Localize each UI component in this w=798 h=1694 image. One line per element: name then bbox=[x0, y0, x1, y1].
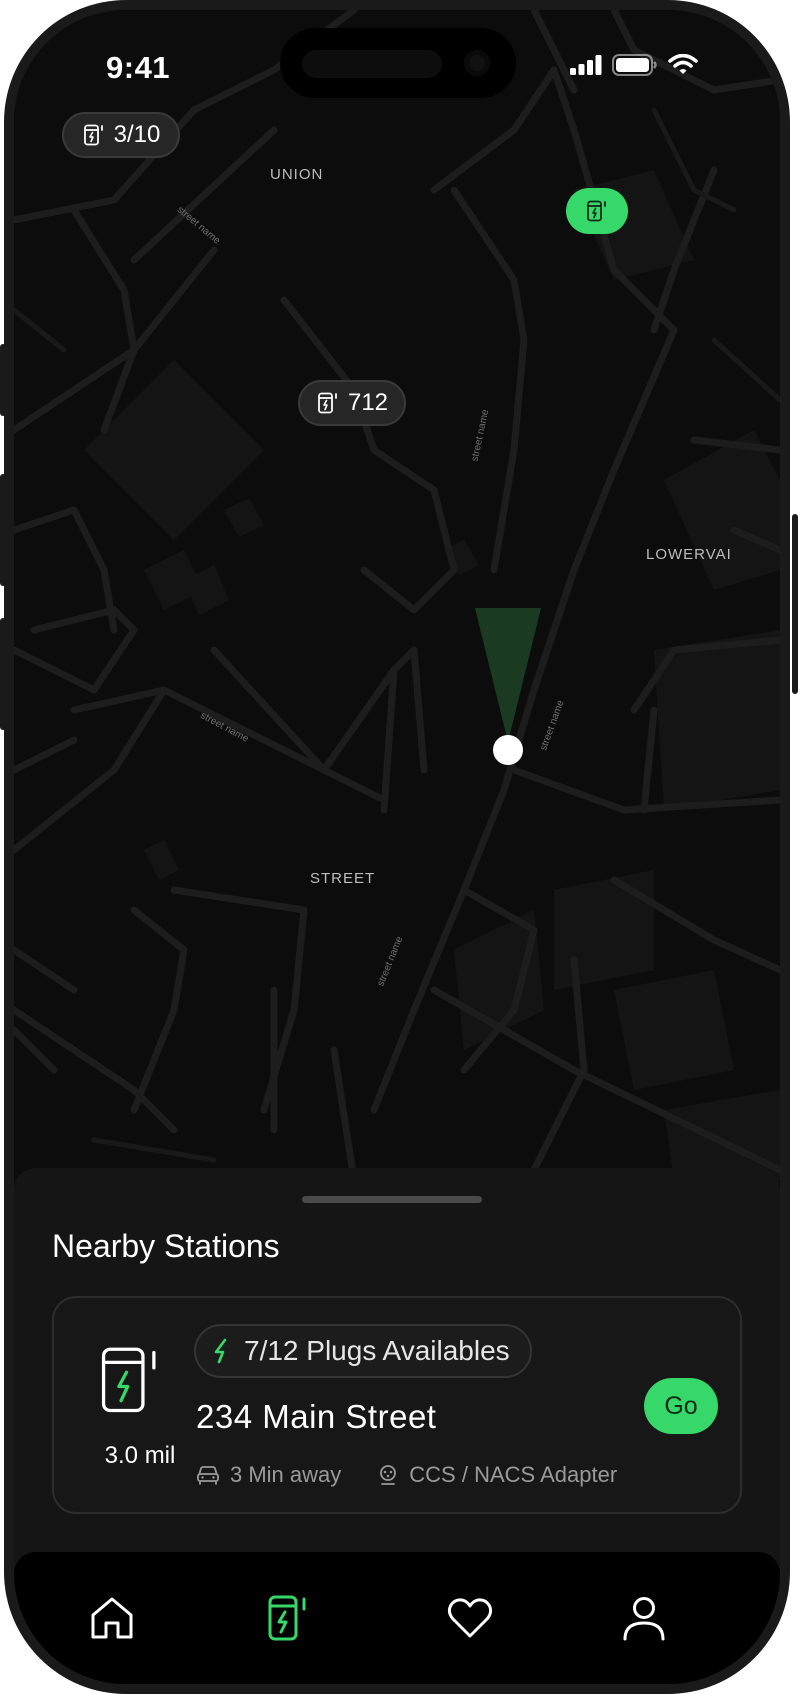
sheet-title: Nearby Stations bbox=[52, 1228, 280, 1264]
profile-icon bbox=[623, 1597, 665, 1641]
connector-plug-icon bbox=[380, 1465, 397, 1485]
cellular-signal-icon bbox=[570, 55, 602, 75]
tab-bar bbox=[14, 1552, 780, 1684]
battery-icon bbox=[612, 54, 657, 76]
station-meta: 3 Min away CCS / NACS Adapter bbox=[196, 1462, 617, 1488]
tab-favorites[interactable] bbox=[440, 1588, 500, 1648]
charging-station-icon bbox=[268, 1595, 306, 1641]
phone-frame: UNION LOWERVAI STREET street name street… bbox=[0, 0, 798, 1694]
tab-profile[interactable] bbox=[614, 1588, 674, 1648]
station-distance: 3.0 mil bbox=[104, 1442, 176, 1469]
car-icon bbox=[197, 1466, 219, 1485]
station-card[interactable]: 3.0 mil 7/12 Plugs Availables 234 Main S… bbox=[52, 1296, 742, 1514]
status-icons bbox=[570, 54, 698, 76]
plugs-availability-badge: 7/12 Plugs Availables bbox=[194, 1324, 532, 1378]
power-button bbox=[792, 514, 798, 694]
station-count-label: 3/10 bbox=[113, 121, 161, 148]
wifi-icon bbox=[668, 54, 698, 74]
area-label-lowervai: LOWERVAI bbox=[646, 546, 732, 563]
nearby-stations-sheet: Nearby Stations 3.0 mil 7/12 Plugs Avail… bbox=[14, 1168, 780, 1588]
heart-icon bbox=[447, 1598, 493, 1638]
plugs-availability-text: 7/12 Plugs Availables bbox=[244, 1335, 510, 1366]
go-button[interactable]: Go bbox=[644, 1378, 718, 1434]
station-marker-available[interactable] bbox=[566, 188, 628, 234]
screen: UNION LOWERVAI STREET street name street… bbox=[14, 10, 780, 1684]
tab-stations[interactable] bbox=[258, 1588, 318, 1648]
area-label-union: UNION bbox=[270, 166, 324, 183]
area-label-street: STREET bbox=[310, 870, 376, 887]
front-camera bbox=[464, 50, 490, 76]
charging-station-icon bbox=[587, 200, 606, 222]
home-icon bbox=[91, 1597, 133, 1639]
lightning-icon bbox=[214, 1338, 227, 1364]
charging-station-icon bbox=[101, 1347, 156, 1413]
dynamic-island bbox=[280, 28, 516, 98]
user-location-marker bbox=[493, 735, 523, 765]
station-marker-label: 712 bbox=[347, 389, 389, 416]
station-address: 234 Main Street bbox=[196, 1398, 437, 1435]
station-marker-pill[interactable]: 712 bbox=[298, 380, 406, 426]
station-connector: CCS / NACS Adapter bbox=[409, 1462, 618, 1487]
charging-station-icon bbox=[318, 392, 337, 414]
status-time: 9:41 bbox=[106, 50, 171, 85]
station-eta: 3 Min away bbox=[230, 1462, 342, 1487]
sheet-drag-handle[interactable] bbox=[302, 1196, 482, 1203]
island-sensor bbox=[302, 50, 442, 78]
station-count-pill[interactable]: 3/10 bbox=[62, 112, 180, 158]
tab-home[interactable] bbox=[82, 1588, 142, 1648]
charging-station-icon bbox=[83, 124, 103, 146]
